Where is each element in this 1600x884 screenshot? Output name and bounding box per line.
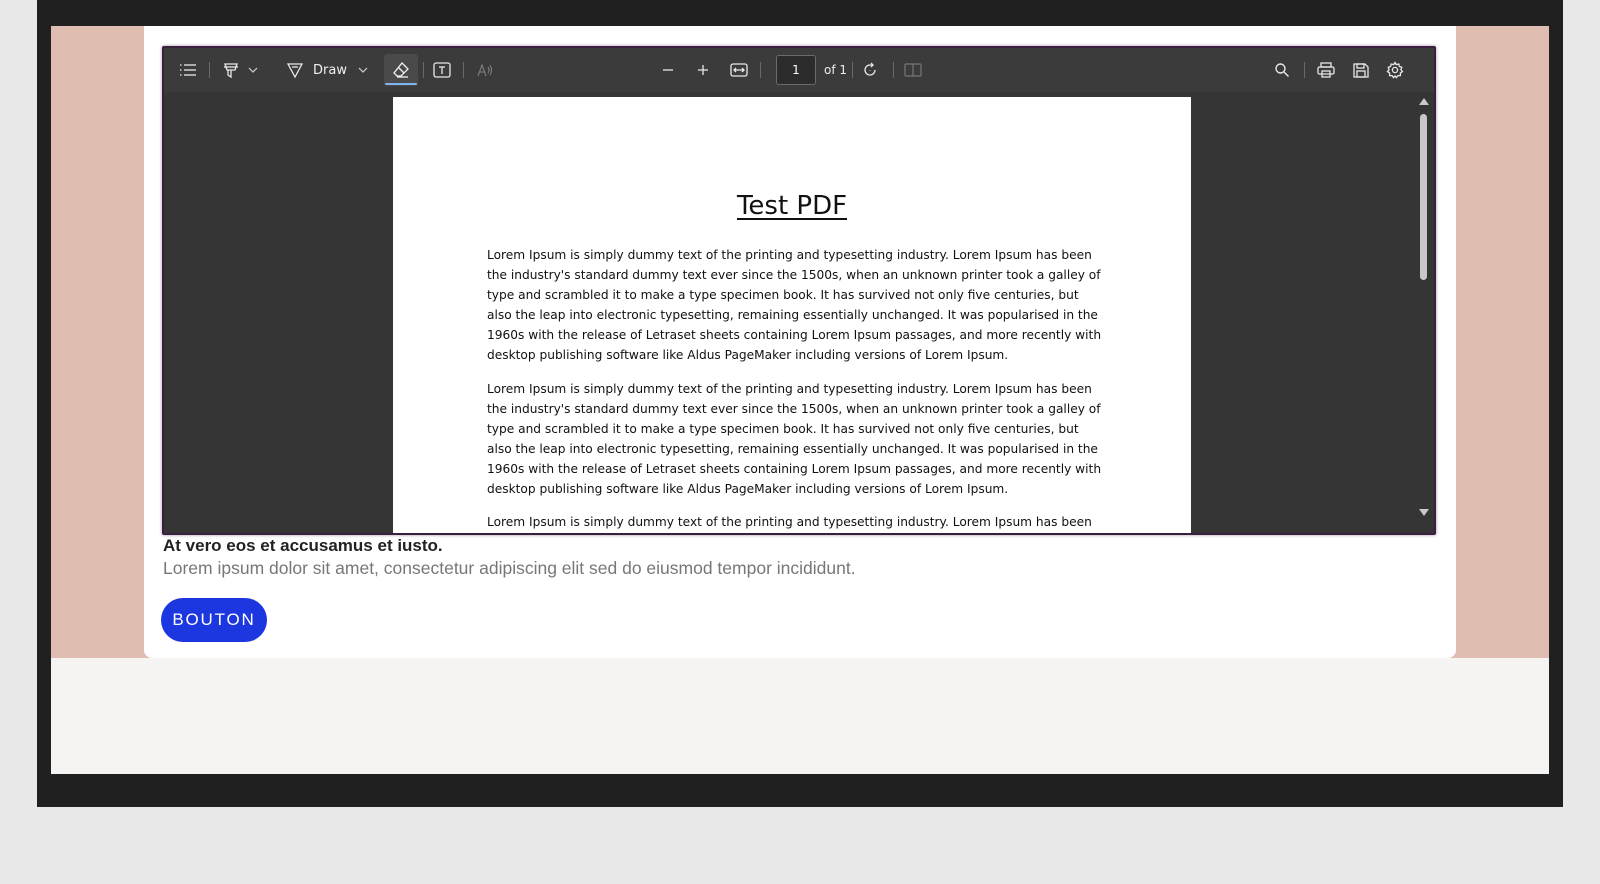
text-box-icon[interactable]	[431, 48, 453, 92]
read-aloud-icon	[474, 48, 496, 92]
scroll-thumb[interactable]	[1420, 114, 1427, 280]
highlight-icon[interactable]	[219, 48, 243, 92]
pdf-body: Lorem Ipsum is simply dummy text of the …	[487, 245, 1107, 533]
toolbar-separator	[463, 62, 464, 78]
content-card: Draw 1 of 1 Test PDF Lorem Ipsum is simp…	[144, 26, 1456, 658]
page-number-input[interactable]: 1	[776, 55, 816, 85]
print-icon[interactable]	[1313, 48, 1339, 92]
card-headline: At vero eos et accusamus et iusto.	[163, 536, 443, 555]
scroll-down-arrow-icon[interactable]	[1419, 509, 1429, 516]
page-view-icon	[902, 48, 924, 92]
toolbar-separator	[760, 62, 761, 78]
scroll-up-arrow-icon[interactable]	[1419, 98, 1429, 105]
page-total: of 1	[824, 63, 848, 77]
eraser-icon[interactable]	[388, 48, 414, 92]
contents-icon[interactable]	[176, 48, 200, 92]
pdf-title: Test PDF	[393, 191, 1191, 221]
zoom-out-icon[interactable]	[657, 48, 679, 92]
pdf-page: Test PDF Lorem Ipsum is simply dummy tex…	[393, 97, 1191, 533]
pdf-paragraph: Lorem Ipsum is simply dummy text of the …	[487, 248, 1102, 363]
draw-button[interactable]: Draw	[312, 48, 348, 92]
pdf-toolbar: Draw 1 of 1	[164, 48, 1434, 92]
toolbar-separator	[852, 62, 853, 78]
settings-icon[interactable]	[1382, 48, 1408, 92]
toolbar-separator	[209, 62, 210, 78]
device-frame: Draw 1 of 1 Test PDF Lorem Ipsum is simp…	[37, 0, 1563, 807]
fit-width-icon[interactable]	[726, 48, 752, 92]
draw-label: Draw	[313, 62, 347, 78]
search-icon[interactable]	[1270, 48, 1294, 92]
eraser-active-indicator	[385, 83, 417, 85]
screen: Draw 1 of 1 Test PDF Lorem Ipsum is simp…	[51, 26, 1549, 774]
pdf-paragraph: Lorem Ipsum is simply dummy text of the …	[487, 515, 1092, 530]
pdf-scrollbar[interactable]	[1414, 92, 1434, 533]
pdf-viewer: Draw 1 of 1 Test PDF Lorem Ipsum is simp…	[162, 46, 1436, 535]
hero-band: Draw 1 of 1 Test PDF Lorem Ipsum is simp…	[51, 26, 1549, 658]
card-subline: Lorem ipsum dolor sit amet, consectetur …	[163, 558, 856, 578]
toolbar-separator	[423, 62, 424, 78]
pdf-paragraph: Lorem Ipsum is simply dummy text of the …	[487, 381, 1102, 497]
toolbar-separator	[1304, 62, 1305, 78]
rotate-icon[interactable]	[858, 48, 882, 92]
bouton-button[interactable]: BOUTON	[161, 598, 267, 642]
draw-dropdown-icon[interactable]	[356, 48, 370, 92]
toolbar-separator	[893, 62, 894, 78]
draw-icon[interactable]	[284, 48, 306, 92]
pdf-title-text: Test PDF	[736, 191, 848, 221]
highlight-dropdown-icon[interactable]	[246, 48, 260, 92]
save-icon[interactable]	[1348, 48, 1374, 92]
zoom-in-icon[interactable]	[692, 48, 714, 92]
